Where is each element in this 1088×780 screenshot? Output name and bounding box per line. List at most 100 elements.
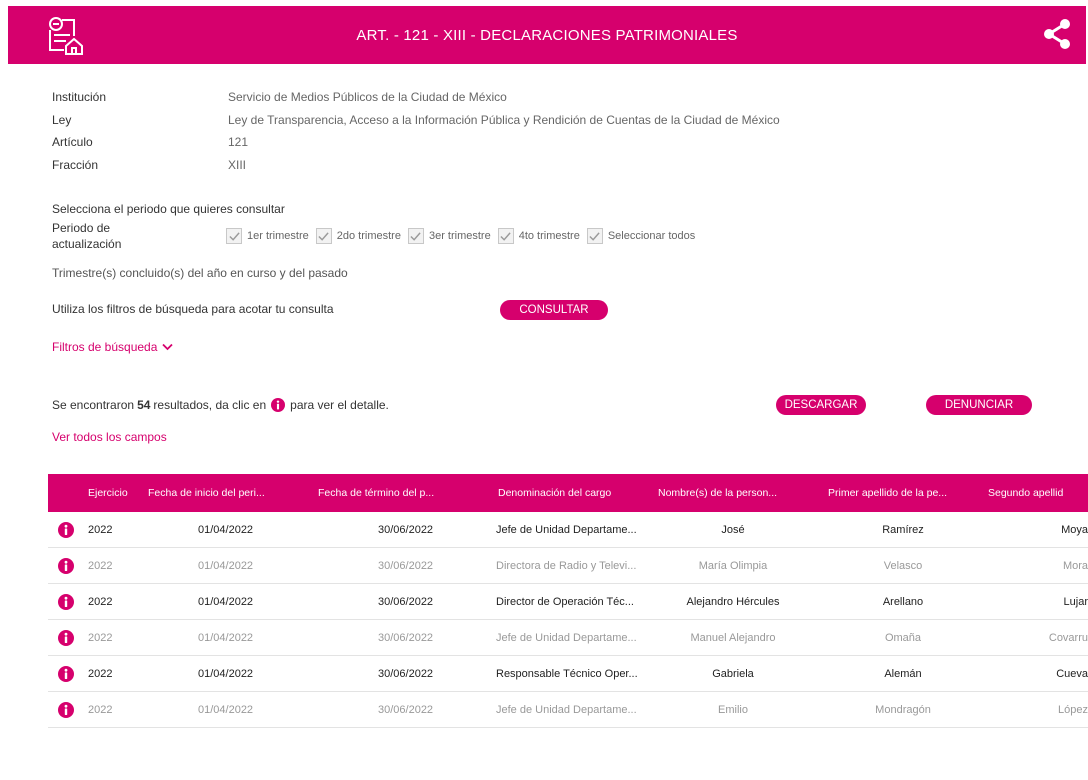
results-count: 54 xyxy=(137,398,151,412)
consultar-button[interactable]: CONSULTAR xyxy=(500,300,608,320)
results-middle: resultados, da clic en xyxy=(153,398,267,412)
cell-segundo-apellido: Lujar xyxy=(1063,595,1088,608)
search-filters-toggle[interactable]: Filtros de búsqueda xyxy=(52,340,174,354)
meta-key: Institución xyxy=(52,90,107,105)
cell-nombre: María Olimpia xyxy=(698,559,768,572)
checkbox-box[interactable] xyxy=(315,228,332,244)
ver-todos-link[interactable]: Ver todos los campos xyxy=(52,430,167,444)
trimestre-note: Trimestre(s) concluido(s) del año en cur… xyxy=(52,266,348,280)
table-header: Ejercicio Fecha de inicio del peri... Fe… xyxy=(48,474,1088,512)
document-home-icon xyxy=(49,17,83,55)
check-icon xyxy=(589,231,600,241)
info-icon[interactable] xyxy=(58,593,74,610)
column-header-fecha-inicio[interactable]: Fecha de inicio del peri... xyxy=(148,487,318,499)
cell-fecha-inicio: 01/04/2022 xyxy=(198,631,254,644)
cell-fecha-termino: 30/06/2022 xyxy=(378,631,434,644)
checkbox-label: 2do trimestre xyxy=(336,230,401,242)
row-info[interactable] xyxy=(48,593,84,610)
cell-fecha-inicio: 01/04/2022 xyxy=(198,559,254,572)
column-header-fecha-termino[interactable]: Fecha de término del p... xyxy=(318,487,478,499)
cell-segundo-apellido: Mora xyxy=(1062,559,1088,572)
row-info[interactable] xyxy=(48,557,84,574)
checkbox-label: 4to trimestre xyxy=(518,230,580,242)
row-info[interactable] xyxy=(48,521,84,538)
cell-fecha-termino: 30/06/2022 xyxy=(378,523,434,536)
meta-row-institucion: Institución Servicio de Medios Públicos … xyxy=(52,86,780,109)
cell-nombre: José xyxy=(721,523,745,536)
cell-ejercicio: 2022 xyxy=(88,559,113,572)
checkbox-box[interactable] xyxy=(226,228,242,244)
check-icon xyxy=(318,231,329,241)
checkbox-3er-trimestre[interactable]: 3er trimestre xyxy=(407,228,491,244)
period-prompt: Selecciona el periodo que quieres consul… xyxy=(52,202,285,216)
cell-segundo-apellido: Moya xyxy=(1061,523,1088,536)
checkbox-label: 1er trimestre xyxy=(247,230,309,242)
checkbox-label: 3er trimestre xyxy=(428,230,491,242)
column-header-primer-apellido[interactable]: Primer apellido de la pe... xyxy=(818,487,988,499)
meta-row-articulo: Artículo 121 xyxy=(52,131,780,154)
checkbox-box[interactable] xyxy=(497,228,514,244)
period-label: Periodo de actualización xyxy=(52,220,172,252)
period-checkboxes: 1er trimestre 2do trimestre 3er trimestr… xyxy=(226,228,702,244)
cell-fecha-termino: 30/06/2022 xyxy=(378,595,434,608)
meta-value: 121 xyxy=(228,135,249,150)
cell-primer-apellido: Ramírez xyxy=(882,523,924,536)
meta-value: XIII xyxy=(228,157,247,172)
results-suffix: para ver el detalle. xyxy=(290,398,389,412)
check-icon xyxy=(228,231,240,241)
row-info[interactable] xyxy=(48,701,84,718)
check-icon xyxy=(410,231,422,241)
row-info[interactable] xyxy=(48,629,84,646)
cell-ejercicio: 2022 xyxy=(88,523,113,536)
search-filters-label: Filtros de búsqueda xyxy=(52,340,158,354)
cell-cargo: Jefe de Unidad Departame... xyxy=(496,631,637,644)
meta-key: Fracción xyxy=(52,157,99,172)
descargar-button[interactable]: DESCARGAR xyxy=(776,395,866,415)
column-header-ejercicio[interactable]: Ejercicio xyxy=(84,487,148,499)
page-header: ART. - 121 - XIII - DECLARACIONES PATRIM… xyxy=(8,6,1086,64)
check-icon xyxy=(500,231,511,241)
cell-nombre: Alejandro Hércules xyxy=(686,595,780,608)
checkbox-1er-trimestre[interactable]: 1er trimestre xyxy=(226,228,309,244)
column-header-nombre[interactable]: Nombre(s) de la person... xyxy=(648,487,818,499)
checkbox-4to-trimestre[interactable]: 4to trimestre xyxy=(497,228,580,244)
info-icon[interactable] xyxy=(58,521,74,538)
info-icon[interactable] xyxy=(58,665,74,682)
table-row: 2022 01/04/2022 30/06/2022 Director de O… xyxy=(48,584,1088,620)
cell-cargo: Jefe de Unidad Departame... xyxy=(496,703,637,716)
info-icon[interactable] xyxy=(58,557,74,574)
cell-nombre: Emilio xyxy=(718,703,748,716)
cell-segundo-apellido: Cueva xyxy=(1056,667,1088,680)
row-info[interactable] xyxy=(48,665,84,682)
denunciar-button[interactable]: DENUNCIAR xyxy=(926,395,1032,415)
period-label-line1: Periodo de xyxy=(52,221,111,235)
checkbox-box[interactable] xyxy=(586,228,603,244)
info-icon[interactable] xyxy=(58,629,74,646)
cell-ejercicio: 2022 xyxy=(88,703,113,716)
checkbox-2do-trimestre[interactable]: 2do trimestre xyxy=(315,228,401,244)
column-header-segundo-apellido[interactable]: Segundo apellid xyxy=(988,487,1088,499)
meta-value: Servicio de Medios Públicos de la Ciudad… xyxy=(228,90,507,105)
cell-nombre: Manuel Alejandro xyxy=(690,631,776,644)
table-row: 2022 01/04/2022 30/06/2022 Directora de … xyxy=(48,548,1088,584)
checkbox-box[interactable] xyxy=(407,228,424,244)
cell-ejercicio: 2022 xyxy=(88,595,113,608)
period-label-line2: actualización xyxy=(52,237,122,251)
share-icon[interactable] xyxy=(1042,18,1072,50)
info-icon[interactable] xyxy=(58,701,74,718)
cell-cargo: Jefe de Unidad Departame... xyxy=(496,523,637,536)
cell-fecha-termino: 30/06/2022 xyxy=(378,667,434,680)
cell-fecha-inicio: 01/04/2022 xyxy=(198,523,254,536)
results-table: Ejercicio Fecha de inicio del peri... Fe… xyxy=(48,474,1088,728)
meta-value: Ley de Transparencia, Acceso a la Inform… xyxy=(228,112,780,127)
column-header-cargo[interactable]: Denominación del cargo xyxy=(478,487,648,499)
table-row: 2022 01/04/2022 30/06/2022 Responsable T… xyxy=(48,656,1088,692)
table-row: 2022 01/04/2022 30/06/2022 Jefe de Unida… xyxy=(48,620,1088,656)
table-row: 2022 01/04/2022 30/06/2022 Jefe de Unida… xyxy=(48,512,1088,548)
checkbox-seleccionar-todos[interactable]: Seleccionar todos xyxy=(586,228,695,244)
cell-primer-apellido: Velasco xyxy=(883,559,923,572)
meta-key: Ley xyxy=(52,112,72,127)
cell-fecha-termino: 30/06/2022 xyxy=(378,559,434,572)
chevron-down-icon xyxy=(162,343,174,351)
cell-fecha-inicio: 01/04/2022 xyxy=(198,667,254,680)
